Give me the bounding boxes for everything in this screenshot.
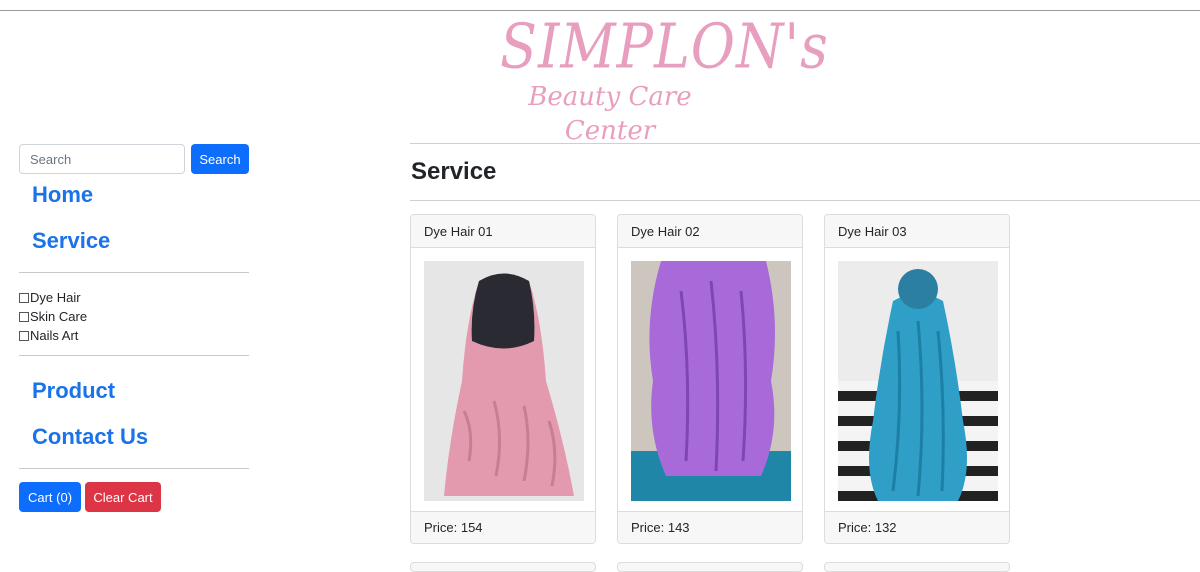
logo-subtitle: Beauty Care Center [528,82,692,146]
sidebar-divider [19,272,249,273]
section-divider-bottom [410,200,1200,201]
service-card[interactable]: Dye Hair 03 Price: 132 [824,214,1010,544]
nav-service[interactable]: Service [32,228,110,254]
filter-nails-art[interactable]: Nails Art [19,326,87,345]
hair-root [471,273,535,349]
nav-product[interactable]: Product [32,378,115,404]
card-title: Dye Hair 01 [411,215,595,248]
checkbox-nails-art[interactable] [19,330,29,341]
filter-dye-hair[interactable]: Dye Hair [19,288,87,307]
card-price: Price: 132 [825,511,1009,543]
card-title: Dye Hair 02 [618,215,802,248]
service-image [838,261,998,501]
service-filters: Dye Hair Skin Care Nails Art [19,288,87,345]
nav-contact-us[interactable]: Contact Us [32,424,148,450]
filter-skin-care[interactable]: Skin Care [19,307,87,326]
filter-label: Skin Care [30,309,88,324]
service-card[interactable] [617,562,803,572]
filter-label: Dye Hair [30,290,81,305]
checkbox-skin-care[interactable] [19,311,29,322]
checkbox-dye-hair[interactable] [19,292,29,303]
search-input[interactable] [19,144,185,174]
service-card[interactable]: Dye Hair 02 Price: 143 [617,214,803,544]
sidebar-divider [19,468,249,469]
sidebar-divider [19,355,249,356]
card-price: Price: 143 [618,511,802,543]
hair-bun [898,269,938,309]
service-card[interactable]: Dye Hair 01 Price: 154 [410,214,596,544]
service-card[interactable] [410,562,596,572]
page-title: Service [411,158,497,185]
cart-button[interactable]: Cart (0) [19,482,81,512]
card-price: Price: 154 [411,511,595,543]
card-title: Dye Hair 03 [825,215,1009,248]
service-image [424,261,584,501]
search-button[interactable]: Search [191,144,249,174]
clear-cart-button[interactable]: Clear Cart [85,482,161,512]
nav-home[interactable]: Home [32,182,93,208]
brand-logo[interactable]: SIMPLON's Beauty Care Center [500,13,828,146]
service-card[interactable] [824,562,1010,572]
service-image [631,261,791,501]
section-divider-top [410,143,1200,144]
logo-title: SIMPLON's [500,10,829,83]
filter-label: Nails Art [30,328,79,343]
